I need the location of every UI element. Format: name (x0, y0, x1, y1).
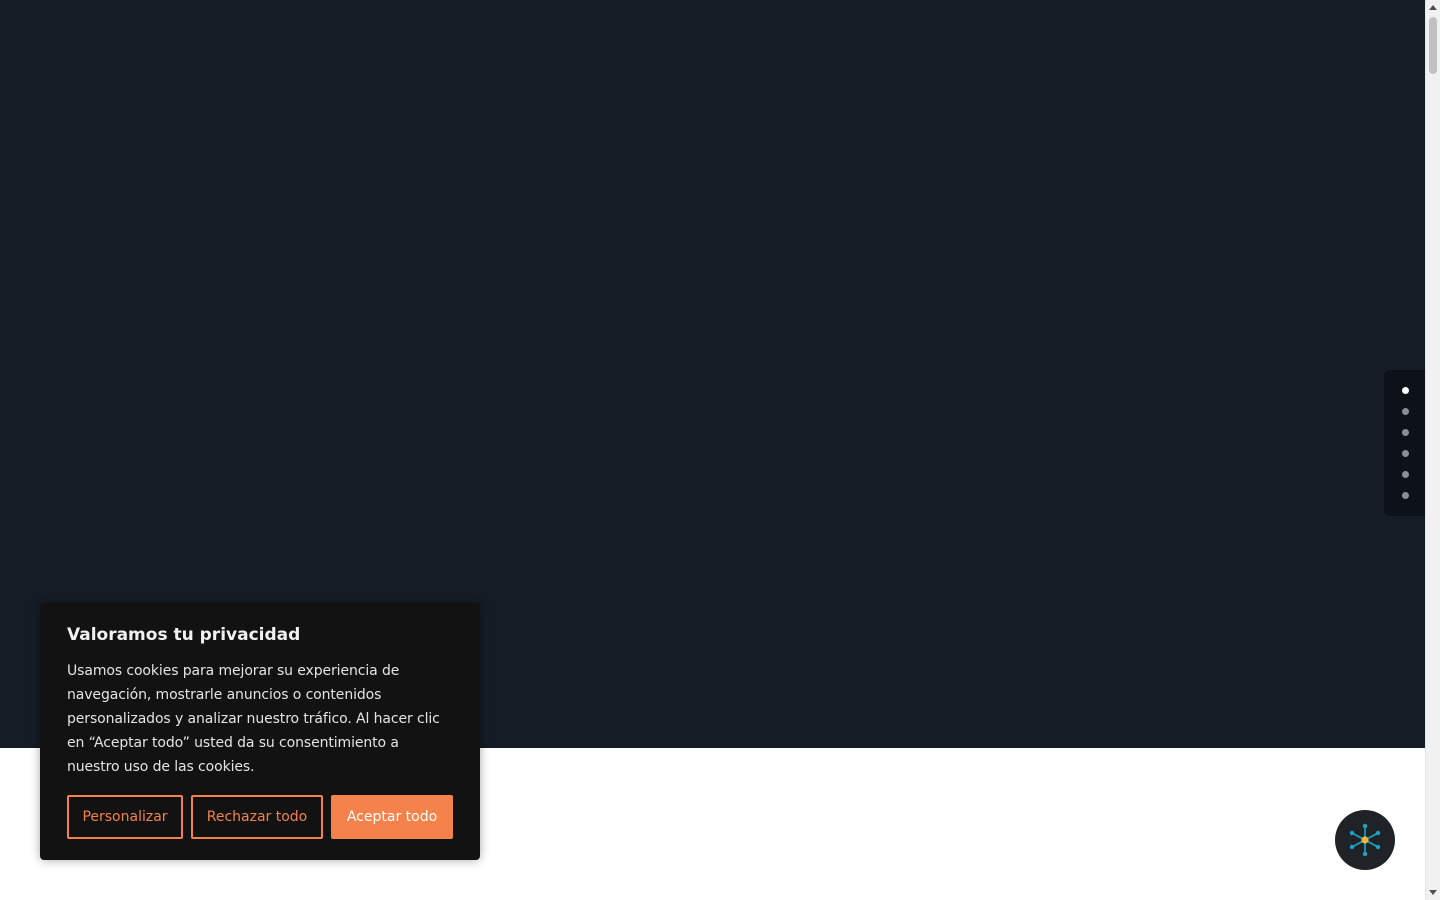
section-dot-5[interactable] (1402, 471, 1409, 478)
cookie-banner-title: Valoramos tu privacidad (67, 625, 301, 645)
section-dot-1[interactable] (1402, 387, 1409, 394)
page-scrollbar[interactable] (1425, 0, 1440, 900)
scroll-down-arrow-icon[interactable] (1429, 890, 1437, 895)
cookie-banner-actions: Personalizar Rechazar todo Aceptar todo (67, 795, 453, 839)
customize-button[interactable]: Personalizar (67, 795, 183, 839)
section-dot-3[interactable] (1402, 429, 1409, 436)
section-dot-4[interactable] (1402, 450, 1409, 457)
scroll-up-arrow-icon[interactable] (1429, 5, 1437, 10)
cookie-consent-banner: Valoramos tu privacidad Usamos cookies p… (40, 603, 480, 860)
cookie-banner-description: Usamos cookies para mejorar su experienc… (67, 663, 440, 775)
section-dot-nav (1384, 370, 1425, 516)
accept-all-button[interactable]: Aceptar todo (331, 795, 453, 839)
section-dot-2[interactable] (1402, 408, 1409, 415)
reject-all-button[interactable]: Rechazar todo (191, 795, 323, 839)
page: Valoramos tu privacidad Usamos cookies p… (0, 0, 1440, 900)
floating-widget-button[interactable] (1335, 810, 1395, 870)
network-hub-icon (1349, 823, 1381, 857)
section-dot-6[interactable] (1402, 492, 1409, 499)
scrollbar-thumb[interactable] (1429, 17, 1437, 74)
